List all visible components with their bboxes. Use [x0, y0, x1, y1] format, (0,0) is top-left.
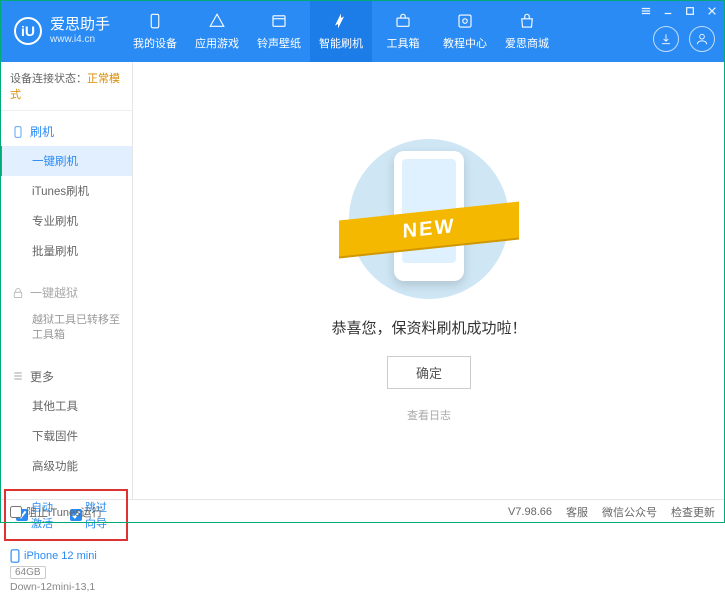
nav-toolbox[interactable]: 工具箱	[372, 0, 434, 62]
device-name: iPhone 12 mini	[10, 549, 122, 563]
phone-icon	[145, 11, 165, 31]
phone-icon	[10, 549, 20, 563]
logo: iU 爱思助手 www.i4.cn	[0, 17, 124, 45]
list-icon	[12, 370, 24, 382]
app-title: 爱思助手	[50, 17, 110, 34]
download-button[interactable]	[653, 26, 679, 52]
maximize-icon[interactable]	[683, 4, 697, 18]
nav-apps[interactable]: 应用游戏	[186, 0, 248, 62]
phone-icon	[12, 126, 24, 138]
device-info[interactable]: iPhone 12 mini 64GB Down-12mini-13,1	[0, 543, 132, 599]
app-url: www.i4.cn	[50, 34, 110, 45]
sidebar-head-flash[interactable]: 刷机	[0, 117, 132, 146]
toolbox-icon	[393, 11, 413, 31]
version-label: V7.98.66	[508, 506, 552, 518]
nav-flash[interactable]: 智能刷机	[310, 0, 372, 62]
sidebar-head-jailbreak[interactable]: 一键越狱	[0, 278, 132, 307]
sidebar-item-more-2[interactable]: 高级功能	[0, 451, 132, 481]
sidebar-item-flash-2[interactable]: 专业刷机	[0, 206, 132, 236]
jailbreak-note: 越狱工具已转移至工具箱	[0, 307, 132, 350]
ok-button[interactable]: 确定	[387, 356, 471, 389]
header: iU 爱思助手 www.i4.cn 我的设备应用游戏铃声壁纸智能刷机工具箱教程中…	[0, 0, 725, 62]
wallpaper-icon	[269, 11, 289, 31]
nav-wallpaper[interactable]: 铃声壁纸	[248, 0, 310, 62]
nav-tutorial[interactable]: 教程中心	[434, 0, 496, 62]
sidebar-item-flash-1[interactable]: iTunes刷机	[0, 176, 132, 206]
menu-icon[interactable]	[639, 4, 653, 18]
user-button[interactable]	[689, 26, 715, 52]
sidebar: 设备连接状态：正常模式 刷机 一键刷机iTunes刷机专业刷机批量刷机 一键越狱…	[0, 62, 133, 499]
logo-icon: iU	[14, 17, 42, 45]
nav-store[interactable]: 爱思商城	[496, 0, 558, 62]
window-controls	[639, 0, 719, 18]
conn-label: 设备连接状态：	[10, 73, 87, 85]
minimize-icon[interactable]	[661, 4, 675, 18]
sidebar-head-more[interactable]: 更多	[0, 362, 132, 391]
sidebar-item-more-1[interactable]: 下载固件	[0, 421, 132, 451]
view-log-link[interactable]: 查看日志	[407, 407, 451, 423]
success-illustration: NEW	[349, 139, 509, 299]
success-message: 恭喜您，保资料刷机成功啦！	[331, 317, 526, 338]
sidebar-item-flash-0[interactable]: 一键刷机	[0, 146, 132, 176]
main-content: NEW 恭喜您，保资料刷机成功啦！ 确定 查看日志	[133, 62, 725, 499]
connection-status: 设备连接状态：正常模式	[0, 62, 132, 111]
sidebar-item-flash-3[interactable]: 批量刷机	[0, 236, 132, 266]
close-icon[interactable]	[705, 4, 719, 18]
nav-bar: 我的设备应用游戏铃声壁纸智能刷机工具箱教程中心爱思商城	[124, 0, 558, 62]
tutorial-icon	[455, 11, 475, 31]
update-link[interactable]: 检查更新	[671, 504, 715, 520]
wechat-link[interactable]: 微信公众号	[602, 504, 657, 520]
store-icon	[517, 11, 537, 31]
device-sub: Down-12mini-13,1	[10, 581, 122, 593]
sidebar-item-more-0[interactable]: 其他工具	[0, 391, 132, 421]
apps-icon	[207, 11, 227, 31]
nav-phone[interactable]: 我的设备	[124, 0, 186, 62]
storage-badge: 64GB	[10, 566, 46, 579]
flash-icon	[331, 11, 351, 31]
service-link[interactable]: 客服	[566, 504, 588, 520]
block-itunes-checkbox[interactable]: 阻止iTunes运行	[10, 504, 103, 520]
lock-icon	[12, 287, 24, 299]
